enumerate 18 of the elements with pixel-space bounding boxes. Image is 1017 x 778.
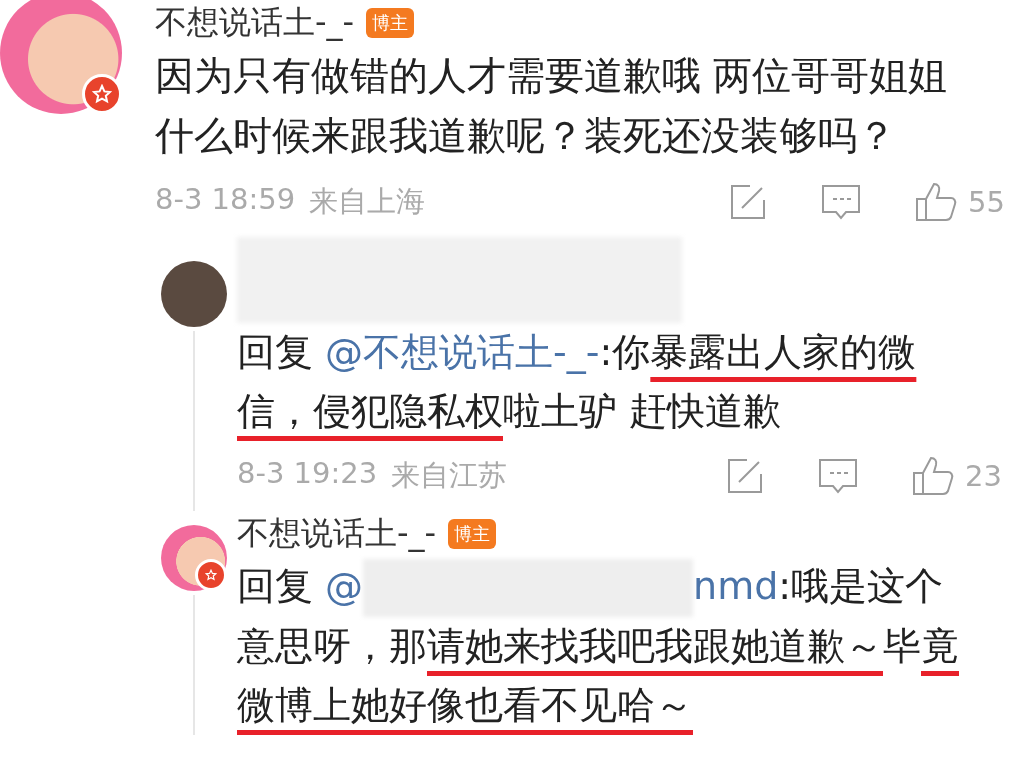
mention-link[interactable]: @ bbox=[325, 563, 364, 608]
mention-link[interactable]: @不想说话土-_- bbox=[325, 329, 600, 374]
author-badge: 博主 bbox=[448, 518, 497, 549]
comment-text: 因为只有做错的人才需要道歉哦 两位哥哥姐姐什么时候来跟我道歉呢？装死还没装够吗？ bbox=[155, 52, 949, 161]
thumbs-up-icon[interactable] bbox=[911, 454, 956, 497]
username[interactable]: 不想说话土-_- bbox=[237, 511, 437, 556]
author-badge: 博主 bbox=[366, 8, 415, 38]
location: 来自江苏 bbox=[391, 456, 508, 494]
like-count: 23 bbox=[965, 458, 1002, 493]
mention-link[interactable]: nmd bbox=[693, 563, 779, 608]
timestamp: 8-3 19:23 bbox=[237, 455, 378, 492]
like-count: 55 bbox=[968, 184, 1005, 219]
timestamp: 8-3 18:59 bbox=[155, 181, 296, 218]
comment-text: 回复 @不想说话土-_-:你暴露出人家的微信，侵犯隐私权啦土驴 赶快道歉 bbox=[237, 328, 918, 435]
comment-text: 回复 @ nmd:哦是这个意思呀，那请她来找我吧我跟她道歉～毕竟微博上她好像也看不见哈～ bbox=[237, 556, 975, 735]
thumbs-up-icon[interactable] bbox=[914, 180, 959, 223]
location: 来自上海 bbox=[309, 182, 426, 220]
username[interactable]: 不想说话土-_- bbox=[155, 1, 355, 45]
